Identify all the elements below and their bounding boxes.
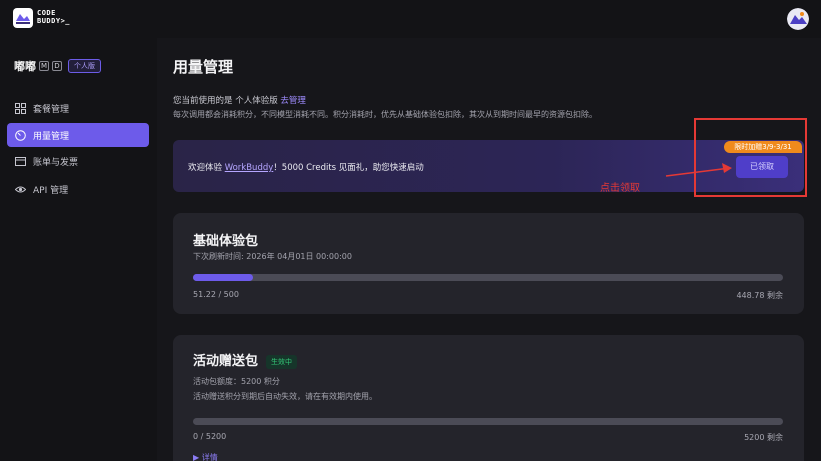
event-pack-title: 活动赠送包 xyxy=(193,354,259,369)
annotation-label: 点击领取 xyxy=(600,183,640,194)
current-version-text: 您当前使用的是 个人体验版 xyxy=(173,96,278,106)
refresh-time: 下次刷新时间: 2026年 04月01日 00:00:00 xyxy=(193,252,352,261)
gauge-icon xyxy=(15,129,26,141)
promo-text-suffix: ！5000 Credits 见面礼，助您快速启动 xyxy=(273,163,424,173)
account-badge-d: D xyxy=(52,61,62,71)
sidebar-item-usage-management[interactable]: 用量管理 xyxy=(7,123,149,147)
sidebar-item-label: 用量管理 xyxy=(33,131,70,142)
account-info: 嘟嘟 M D 个人版 xyxy=(14,58,101,74)
event-pack-remaining: 5200 剩余 xyxy=(744,433,783,442)
manage-version-link[interactable]: 去管理 xyxy=(280,96,306,106)
usage-description: 每次调用都会消耗积分，不同模型消耗不同。积分消耗时，优先从基础体验包扣除，其次从… xyxy=(173,110,597,119)
page-title: 用量管理 xyxy=(173,58,234,76)
event-pack-used: 0 / 5200 xyxy=(193,432,227,441)
user-avatar[interactable] xyxy=(787,8,809,30)
sidebar-item-billing-invoice[interactable]: 账单与发票 xyxy=(7,149,149,173)
account-badge-m: M xyxy=(39,61,49,71)
basic-pack-card: 基础体验包 下次刷新时间: 2026年 04月01日 00:00:00 51.2… xyxy=(173,213,804,314)
basic-pack-used: 51.22 / 500 xyxy=(193,290,239,299)
event-pack-title-row: 活动赠送包 生效中 xyxy=(193,350,298,369)
event-pack-quota: 活动包额度：5200 积分 xyxy=(193,377,280,386)
sidebar-item-label: 账单与发票 xyxy=(33,157,79,168)
promo-text: 欢迎体验 WorkBuddy！5000 Credits 见面礼，助您快速启动 xyxy=(188,161,424,173)
event-pack-card: 活动赠送包 生效中 活动包额度：5200 积分 活动赠送积分到期后自动失效，请在有… xyxy=(173,335,804,461)
promo-text-prefix: 欢迎体验 xyxy=(188,163,225,173)
basic-pack-progress-fill xyxy=(193,274,254,281)
logo-wordmark: CODE BUDDY>_ xyxy=(37,9,71,25)
basic-pack-progress xyxy=(193,274,783,281)
sidebar: 嘟嘟 M D 个人版 套餐管理 用量管理 账单与发票 API 管理 xyxy=(0,38,157,461)
event-pack-progress xyxy=(193,418,783,425)
eye-icon xyxy=(15,186,26,192)
basic-pack-title: 基础体验包 xyxy=(193,234,259,249)
invoice-icon xyxy=(15,156,26,166)
sidebar-item-api-management[interactable]: API 管理 xyxy=(7,177,149,201)
top-bar: CODE BUDDY>_ xyxy=(0,0,821,38)
workbuddy-link[interactable]: WorkBuddy xyxy=(225,163,274,173)
annotation-arrow-icon xyxy=(665,163,732,177)
plan-badge: 个人版 xyxy=(68,59,101,73)
annotation-highlight-box xyxy=(694,118,807,197)
status-badge: 生效中 xyxy=(266,354,298,369)
details-toggle[interactable]: ▶ 详情 xyxy=(193,452,218,461)
sidebar-item-label: API 管理 xyxy=(33,185,69,196)
user-name: 嘟嘟 xyxy=(14,60,36,73)
current-version-line: 您当前使用的是 个人体验版 去管理 xyxy=(173,94,306,106)
grid-icon xyxy=(15,102,26,114)
sidebar-item-plan-management[interactable]: 套餐管理 xyxy=(7,96,149,120)
basic-pack-remaining: 448.78 剩余 xyxy=(736,291,783,300)
sidebar-item-label: 套餐管理 xyxy=(33,104,70,115)
codebuddy-logo-icon[interactable] xyxy=(13,8,33,28)
event-pack-note: 活动赠送积分到期后自动失效，请在有效期内使用。 xyxy=(193,392,377,401)
